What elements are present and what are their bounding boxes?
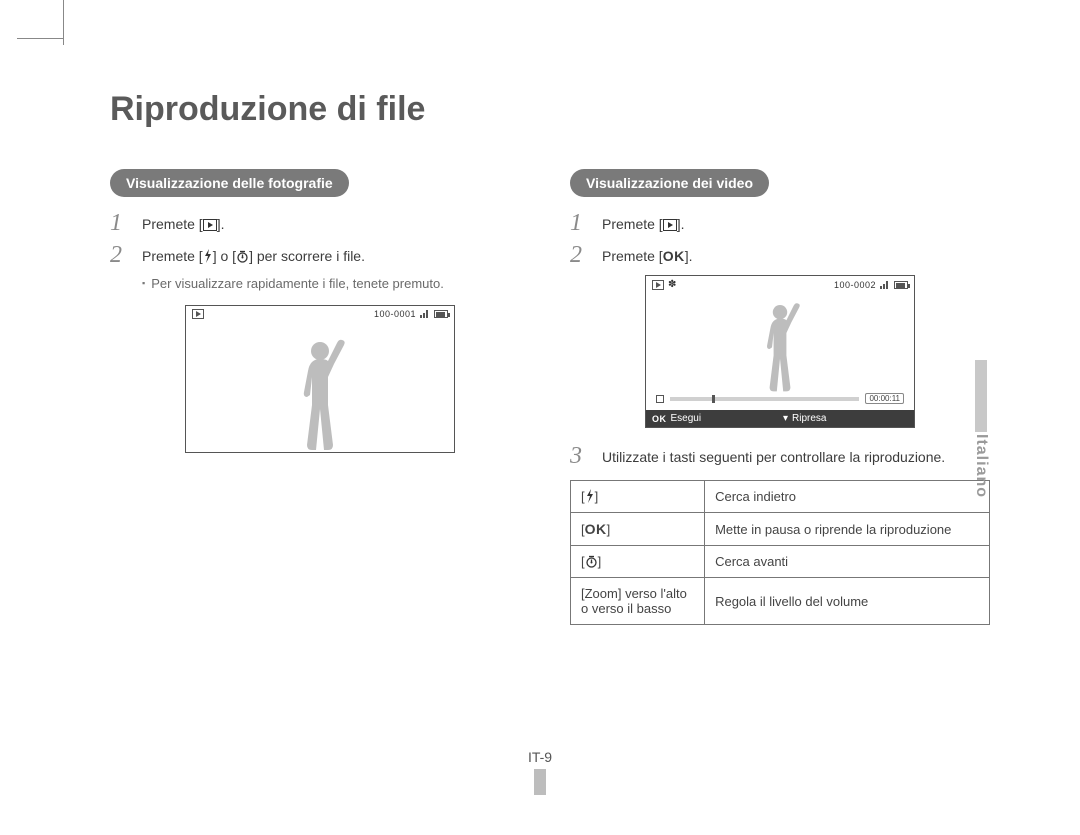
column-photos: Visualizzazione delle fotografie 1 Preme… — [110, 169, 530, 625]
page-content: Riproduzione di file Visualizzazione del… — [0, 0, 1080, 655]
corner-rule-left — [63, 0, 64, 45]
elapsed-time: 00:00:11 — [865, 393, 904, 404]
timer-icon — [585, 555, 598, 568]
flash-icon — [203, 249, 213, 263]
desc-cell: Regola il livello del volume — [705, 578, 990, 625]
table-row: [] Cerca avanti — [571, 546, 990, 578]
battery-icon — [894, 281, 908, 289]
page-number: IT-9 — [0, 749, 1080, 765]
video-screen-mock: ✽ 100-0002 00:00:11 — [645, 275, 915, 428]
footer-exec-label: Esegui — [671, 413, 702, 424]
step-number: 3 — [570, 444, 588, 468]
desc-cell: Cerca indietro — [705, 481, 990, 513]
controls-table: [] Cerca indietro [OK] Mette in pausa o … — [570, 480, 990, 625]
step-number: 2 — [110, 243, 128, 267]
memory-icon — [880, 281, 890, 289]
playback-icon — [203, 219, 217, 231]
section-heading-photos: Visualizzazione delle fotografie — [110, 169, 349, 197]
photo-screen-mock: 100-0001 — [185, 305, 455, 453]
screen-statusbar: ✽ 100-0002 — [646, 276, 914, 293]
progress-bar — [670, 397, 859, 401]
table-row: [Zoom] verso l'alto o verso il basso Reg… — [571, 578, 990, 625]
page-footer: IT-9 — [0, 749, 1080, 795]
step-text: Premete []. — [142, 211, 224, 235]
step-3-right: 3 Utilizzate i tasti seguenti per contro… — [570, 444, 990, 468]
step-text: Utilizzate i tasti seguenti per controll… — [602, 444, 945, 468]
step-number: 1 — [110, 211, 128, 235]
battery-icon — [434, 310, 448, 318]
desc-cell: Mette in pausa o riprende la riproduzion… — [705, 513, 990, 546]
two-column-layout: Visualizzazione delle fotografie 1 Preme… — [110, 169, 990, 625]
play-mode-icon — [192, 309, 204, 319]
step-2-left: 2 Premete [] o [] per scorrere i file. — [110, 243, 530, 267]
down-arrow-icon: ▾ — [783, 413, 788, 424]
language-tab: Italiano — [972, 360, 990, 498]
language-label: Italiano — [972, 434, 990, 498]
timer-icon — [236, 250, 249, 263]
step-2-note: Per visualizzare rapidamente i file, ten… — [142, 275, 530, 293]
ok-label: OK — [663, 248, 685, 264]
ok-indicator: OK — [652, 414, 667, 424]
section-heading-videos: Visualizzazione dei video — [570, 169, 769, 197]
screen-progress: 00:00:11 — [656, 393, 904, 404]
key-cell: [] — [571, 481, 705, 513]
key-cell: [OK] — [571, 513, 705, 546]
screen-body — [646, 293, 914, 393]
step-1-left: 1 Premete []. — [110, 211, 530, 235]
step-text: Premete [] o [] per scorrere i file. — [142, 243, 365, 267]
file-counter: 100-0002 — [834, 280, 876, 290]
table-row: [OK] Mette in pausa o riprende la riprod… — [571, 513, 990, 546]
footer-rec-label: Ripresa — [792, 413, 826, 424]
video-mode-icon: ✽ — [668, 279, 677, 290]
key-cell: [] — [571, 546, 705, 578]
person-silhouette — [755, 301, 805, 393]
stop-icon — [656, 395, 664, 403]
table-row: [] Cerca indietro — [571, 481, 990, 513]
step-1-right: 1 Premete []. — [570, 211, 990, 235]
screen-footer: OK Esegui ▾ Ripresa — [646, 410, 914, 427]
column-videos: Visualizzazione dei video 1 Premete []. … — [570, 169, 990, 625]
step-number: 2 — [570, 243, 588, 267]
ok-label: OK — [585, 521, 607, 537]
flash-icon — [585, 489, 595, 503]
corner-rule-top — [17, 38, 63, 39]
file-counter: 100-0001 — [374, 309, 416, 319]
key-cell: [Zoom] verso l'alto o verso il basso — [571, 578, 705, 625]
playback-icon — [663, 219, 677, 231]
screen-body — [186, 322, 454, 452]
person-silhouette — [290, 337, 350, 452]
page-number-bar — [534, 769, 546, 795]
screen-statusbar: 100-0001 — [186, 306, 454, 322]
play-mode-icon — [652, 280, 664, 290]
memory-icon — [420, 310, 430, 318]
step-text: Premete [OK]. — [602, 243, 692, 267]
step-number: 1 — [570, 211, 588, 235]
step-2-right: 2 Premete [OK]. — [570, 243, 990, 267]
desc-cell: Cerca avanti — [705, 546, 990, 578]
step-text: Premete []. — [602, 211, 684, 235]
tab-bar — [975, 360, 987, 432]
page-title: Riproduzione di file — [110, 90, 990, 129]
